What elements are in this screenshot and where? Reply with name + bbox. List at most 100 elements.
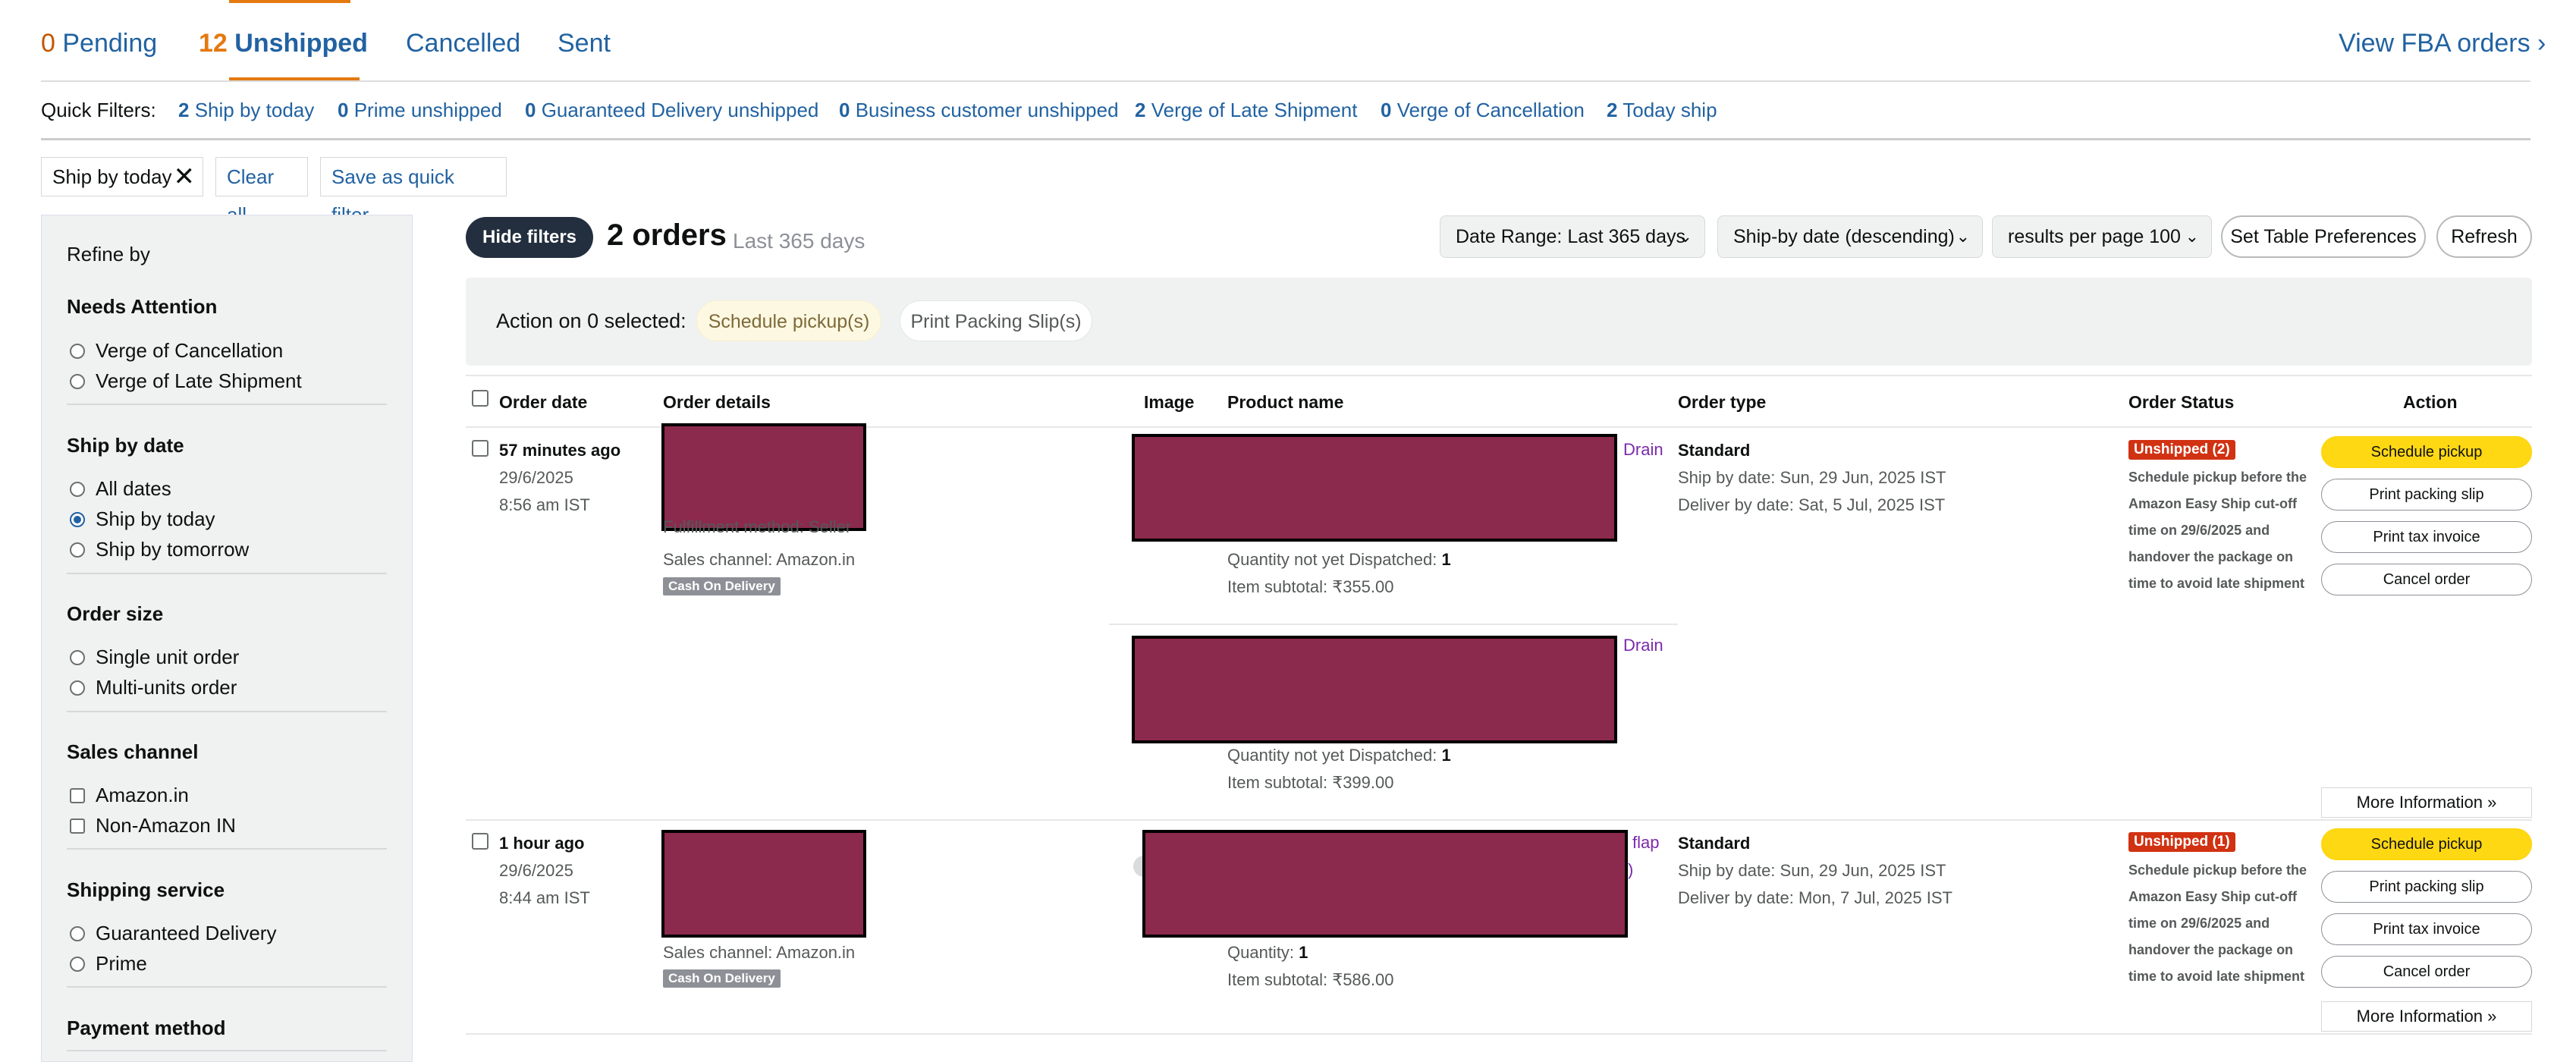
checkbox-amazon-in[interactable]: Amazon.in (70, 784, 189, 807)
needs-attention-heading: Needs Attention (67, 295, 218, 318)
tab-pending[interactable]: 0 Pending (41, 29, 157, 58)
print-packing-slip-button[interactable]: Print packing slip (2321, 479, 2532, 511)
redacted-product-2 (1132, 636, 1617, 743)
schedule-pickup-button[interactable]: Schedule pickup (2321, 436, 2532, 468)
quick-filter-verge-cancellation[interactable]: 0 Verge of Cancellation (1381, 99, 1585, 122)
checkbox-non-amazon-in[interactable]: Non-Amazon IN (70, 814, 236, 837)
order-row-checkbox[interactable] (472, 833, 488, 850)
item-divider (1109, 624, 1678, 625)
col-image: Image (1144, 392, 1195, 412)
quick-filter-count: 2 (178, 99, 190, 121)
option-label: Prime (96, 952, 147, 975)
radio-button-selected[interactable] (70, 511, 85, 527)
order-row-checkbox[interactable] (472, 440, 488, 457)
item-subtotal: Item subtotal: ₹586.00 (1227, 966, 1394, 994)
cancel-order-button[interactable]: Cancel order (2321, 564, 2532, 595)
col-order-date[interactable]: Order date (499, 392, 587, 413)
row-divider (466, 819, 2532, 821)
subtotal-value: ₹355.00 (1332, 577, 1394, 596)
quick-filter-today-ship[interactable]: 2 Today ship (1607, 99, 1717, 122)
checkbox[interactable] (70, 787, 85, 803)
radio-button[interactable] (70, 373, 85, 389)
section-divider (67, 711, 387, 712)
radio-prime[interactable]: Prime (70, 952, 147, 976)
more-information-link[interactable]: More Information » (2321, 1001, 2532, 1032)
option-label: All dates (96, 477, 171, 500)
quick-filter-label: Ship by today (194, 99, 315, 121)
set-table-preferences-button[interactable]: Set Table Preferences (2221, 215, 2426, 258)
quick-filter-count: 2 (1607, 99, 1618, 121)
order-date: 29/6/2025 (499, 468, 573, 487)
product-name-tag[interactable]: flap (1632, 833, 1659, 853)
quick-filter-verge-late-shipment[interactable]: 2 Verge of Late Shipment (1135, 99, 1357, 122)
select-all-checkbox[interactable] (472, 390, 488, 407)
more-information-link[interactable]: More Information » (2321, 787, 2532, 818)
radio-verge-cancellation[interactable]: Verge of Cancellation (70, 339, 283, 363)
hide-filters-button[interactable]: Hide filters (466, 217, 593, 258)
quick-filters-divider (41, 138, 2530, 140)
status-note: Schedule pickup before the Amazon Easy S… (2128, 470, 2307, 591)
print-tax-invoice-button[interactable]: Print tax invoice (2321, 913, 2532, 945)
tab-label: Sent (558, 29, 611, 58)
order-time: 8:56 am IST (499, 495, 590, 514)
subtotal-label: Item subtotal: (1227, 773, 1328, 792)
redacted-product-3 (1142, 830, 1628, 938)
print-packing-slips-button[interactable]: Print Packing Slip(s) (900, 300, 1092, 341)
radio-button[interactable] (70, 680, 85, 696)
order-age: 57 minutes ago (499, 441, 621, 460)
radio-multi-units[interactable]: Multi-units order (70, 676, 237, 699)
radio-all-dates[interactable]: All dates (70, 477, 171, 501)
refresh-button[interactable]: Refresh (2436, 215, 2532, 258)
radio-button[interactable] (70, 925, 85, 941)
radio-button[interactable] (70, 343, 85, 359)
quick-filter-guaranteed-delivery[interactable]: 0 Guaranteed Delivery unshipped (525, 99, 818, 122)
subtotal-value: ₹586.00 (1332, 970, 1394, 989)
quick-filter-label: Verge of Late Shipment (1151, 99, 1358, 121)
save-quick-filter-button[interactable]: Save as quick filter (320, 157, 507, 226)
quick-filter-count: 0 (525, 99, 536, 121)
quick-filter-prime-unshipped[interactable]: 0 Prime unshipped (338, 99, 502, 122)
radio-verge-late-shipment[interactable]: Verge of Late Shipment (70, 369, 302, 393)
results-per-page-dropdown[interactable]: results per page 100 ⌄ (1992, 215, 2212, 258)
print-tax-invoice-button[interactable]: Print tax invoice (2321, 521, 2532, 553)
item-subtotal: Item subtotal: ₹355.00 (1227, 573, 1394, 601)
schedule-pickup-button[interactable]: Schedule pickup (2321, 828, 2532, 860)
close-icon[interactable]: ✕ (174, 158, 196, 196)
chevron-down-icon: ⌄ (1956, 227, 1970, 246)
radio-guaranteed-delivery[interactable]: Guaranteed Delivery (70, 922, 276, 945)
tab-cancelled[interactable]: Cancelled (406, 29, 520, 58)
radio-button[interactable] (70, 956, 85, 972)
clear-all-button[interactable]: Clear all (215, 157, 308, 226)
product-name-tag[interactable]: Drain (1623, 440, 1663, 460)
radio-button[interactable] (70, 649, 85, 665)
qty-label: Quantity: (1227, 943, 1295, 962)
schedule-pickups-button[interactable]: Schedule pickup(s) (696, 300, 881, 341)
dropdown-label: Ship-by date (descending) (1733, 226, 1955, 247)
date-range-dropdown[interactable]: Date Range: Last 365 days ⌄ (1440, 215, 1705, 258)
tab-sent[interactable]: Sent (558, 29, 611, 58)
radio-single-unit[interactable]: Single unit order (70, 646, 239, 669)
tabs-divider (41, 80, 2530, 82)
radio-ship-by-today[interactable]: Ship by today (70, 507, 215, 531)
redacted-order-id (661, 830, 866, 938)
status-badge: Unshipped (2) (2128, 440, 2235, 460)
radio-button[interactable] (70, 481, 85, 497)
tab-unshipped[interactable]: 12 Unshipped (199, 29, 368, 58)
radio-ship-by-tomorrow[interactable]: Ship by tomorrow (70, 538, 249, 561)
qty-value: 1 (1299, 943, 1308, 962)
option-label: Verge of Late Shipment (96, 369, 302, 392)
print-packing-slip-button[interactable]: Print packing slip (2321, 871, 2532, 903)
item-subtotal: Item subtotal: ₹399.00 (1227, 769, 1394, 796)
product-name-tag[interactable]: Drain (1623, 636, 1663, 655)
quick-filter-label: Guaranteed Delivery unshipped (541, 99, 819, 121)
sort-dropdown[interactable]: Ship-by date (descending) ⌄ (1717, 215, 1983, 258)
quick-filter-ship-by-today[interactable]: 2 Ship by today (178, 99, 314, 122)
view-fba-orders-link[interactable]: View FBA orders › (2339, 29, 2546, 58)
product-name-tag-continuation[interactable]: ) (1628, 860, 1633, 880)
chevron-down-icon: ⌄ (2185, 227, 2199, 246)
quick-filter-business-customer[interactable]: 0 Business customer unshipped (839, 99, 1119, 122)
radio-button[interactable] (70, 542, 85, 558)
checkbox[interactable] (70, 818, 85, 834)
option-label: Ship by tomorrow (96, 538, 250, 561)
cancel-order-button[interactable]: Cancel order (2321, 956, 2532, 988)
